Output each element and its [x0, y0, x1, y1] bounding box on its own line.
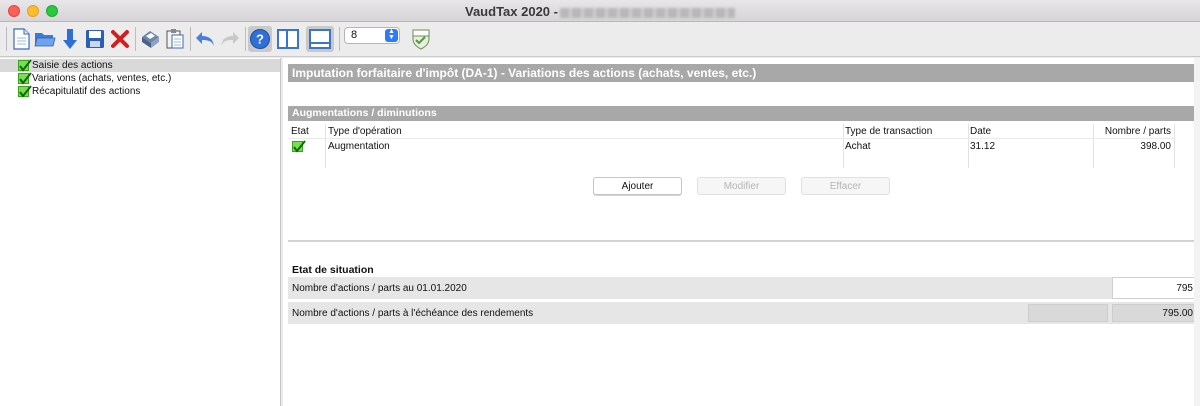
toolbar-separator	[245, 27, 246, 51]
tree-item-variations[interactable]: Variations (achats, ventes, etc.)	[18, 72, 171, 85]
cell-date: 31.12	[970, 141, 996, 152]
section-divider	[288, 240, 1200, 242]
table-column-divider	[1174, 124, 1175, 168]
redacted-name	[559, 7, 735, 18]
column-header-etat: Etat	[291, 126, 309, 137]
column-header-type-operation: Type d'opération	[328, 126, 402, 137]
etat-empty-field	[1028, 304, 1108, 322]
tree-item-label: Récapitulatif des actions	[32, 86, 141, 97]
title-bar: VaudTax 2020 -	[0, 0, 1200, 22]
etat-row-debut: Nombre d'actions / parts au 01.01.2020 7…	[288, 277, 1200, 299]
checkmark-icon	[18, 59, 32, 72]
checkmark-icon	[292, 140, 306, 153]
table-header-divider	[288, 138, 1175, 139]
download-arrow-icon[interactable]	[58, 26, 82, 52]
checkmark-icon	[18, 85, 32, 98]
cell-type-operation: Augmentation	[328, 141, 390, 152]
column-header-date: Date	[970, 126, 992, 137]
tree-item-saisie-actions[interactable]: Saisie des actions	[0, 59, 280, 72]
table-column-divider	[968, 124, 969, 168]
open-folder-icon[interactable]	[33, 26, 57, 52]
panel-layout-bottom-icon[interactable]	[306, 26, 334, 52]
checkmark-icon	[18, 72, 32, 85]
zoom-select[interactable]: 8 ▲ ▼	[344, 27, 400, 44]
save-icon[interactable]	[83, 26, 107, 52]
clipboard-icon[interactable]	[163, 26, 187, 52]
vertical-scrollbar[interactable]	[1194, 58, 1200, 406]
zoom-value: 8	[351, 29, 358, 41]
app-window: VaudTax 2020 - ? 8 ▲ ▼ Saisie des action…	[0, 0, 1200, 406]
window-title-text: VaudTax 2020 -	[465, 4, 558, 19]
tree-item-label: Variations (achats, ventes, etc.)	[32, 73, 172, 84]
operations-table: Etat Type d'opération Type de transactio…	[288, 124, 1175, 168]
window-title: VaudTax 2020 -	[0, 4, 1200, 19]
toolbar-separator	[135, 27, 136, 51]
undo-icon[interactable]	[193, 26, 217, 52]
navigation-tree: Saisie des actions Variations (achats, v…	[0, 58, 281, 406]
redo-icon	[218, 26, 242, 52]
tree-item-recapitulatif[interactable]: Récapitulatif des actions	[18, 85, 140, 98]
cell-type-transaction: Achat	[845, 141, 871, 152]
table-column-divider	[843, 124, 844, 168]
page-title: Imputation forfaitaire d'impôt (DA-1) - …	[288, 64, 1195, 82]
vaud-shield-icon[interactable]	[409, 26, 433, 52]
column-header-type-transaction: Type de transaction	[845, 126, 933, 137]
etat-label: Nombre d'actions / parts à l'échéance de…	[292, 308, 534, 319]
delete-button[interactable]: Effacer	[801, 177, 890, 195]
svg-text:?: ?	[256, 32, 264, 47]
etat-situation-title: Etat de situation	[292, 264, 374, 276]
main-panel: Imputation forfaitaire d'impôt (DA-1) - …	[283, 58, 1200, 406]
cell-nombre: 398.00	[1140, 141, 1171, 152]
add-button[interactable]: Ajouter	[593, 177, 682, 195]
print-icon[interactable]	[138, 26, 162, 52]
tree-item-label: Saisie des actions	[32, 60, 113, 71]
delete-x-icon[interactable]	[108, 26, 132, 52]
etat-row-echeance: Nombre d'actions / parts à l'échéance de…	[288, 302, 1200, 324]
nombre-actions-debut-input[interactable]: 795	[1112, 277, 1200, 299]
toolbar-separator	[339, 27, 340, 51]
chevron-updown-icon: ▲ ▼	[385, 28, 398, 42]
panel-layout-icon[interactable]	[276, 26, 300, 52]
toolbar: ? 8 ▲ ▼	[0, 22, 1200, 57]
table-column-divider	[1093, 124, 1094, 168]
toolbar-separator	[190, 27, 191, 51]
nombre-actions-echeance-value: 795.00	[1112, 304, 1200, 322]
etat-label: Nombre d'actions / parts au 01.01.2020	[292, 283, 467, 294]
toolbar-separator	[6, 27, 7, 51]
help-icon[interactable]: ?	[248, 26, 272, 52]
modify-button[interactable]: Modifier	[697, 177, 786, 195]
column-header-nombre: Nombre / parts	[1104, 126, 1171, 137]
new-document-icon[interactable]	[9, 26, 33, 52]
section-header: Augmentations / diminutions	[288, 106, 1195, 121]
table-column-divider	[325, 124, 326, 168]
